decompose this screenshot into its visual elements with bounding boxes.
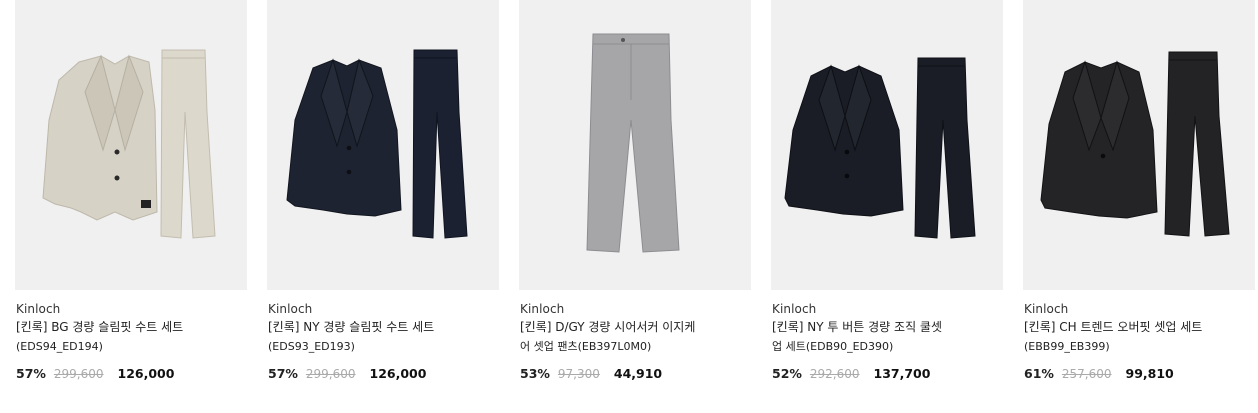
price-row: 57% 299,600 126,000 bbox=[16, 366, 174, 381]
product-name-line: [킨록] CH 트렌드 오버핏 셋업 세트 bbox=[1024, 320, 1203, 334]
brand-name: Kinloch bbox=[772, 302, 817, 316]
product-name-line: [킨록] BG 경량 슬림핏 수트 세트 bbox=[16, 320, 184, 334]
product-name-line: (EDS93_ED193) bbox=[268, 340, 355, 353]
product-name-line: (EDS94_ED194) bbox=[16, 340, 103, 353]
product-card[interactable]: Kinloch [킨록] BG 경량 슬림핏 수트 세트 (EDS94_ED19… bbox=[15, 0, 247, 413]
jacket-shape bbox=[42, 54, 158, 221]
product-name-line: 어 셋업 팬츠(EB397L0M0) bbox=[520, 340, 652, 353]
product-name-line: [킨록] D/GY 경량 시어서커 이지케 bbox=[520, 320, 696, 334]
product-name[interactable]: [킨록] NY 경량 슬림핏 수트 세트 (EDS93_ED193) bbox=[268, 318, 498, 356]
brand-name: Kinloch bbox=[16, 302, 61, 316]
discount-rate: 57% bbox=[16, 366, 46, 381]
brand-name: Kinloch bbox=[268, 302, 313, 316]
brand-name: Kinloch bbox=[520, 302, 565, 316]
pants-shape bbox=[1164, 51, 1230, 237]
price-row: 52% 292,600 137,700 bbox=[772, 366, 930, 381]
original-price: 97,300 bbox=[557, 367, 600, 381]
price-row: 57% 299,600 126,000 bbox=[268, 366, 426, 381]
jacket-shape bbox=[784, 64, 904, 217]
pants-image bbox=[586, 33, 680, 253]
sale-price: 126,000 bbox=[369, 366, 427, 381]
pants-shape bbox=[914, 57, 976, 239]
sale-price: 99,810 bbox=[1125, 366, 1174, 381]
discount-rate: 61% bbox=[1024, 366, 1054, 381]
discount-rate: 52% bbox=[772, 366, 802, 381]
suit-set-image bbox=[42, 49, 216, 239]
product-image[interactable] bbox=[519, 0, 751, 290]
product-name[interactable]: [킨록] BG 경량 슬림핏 수트 세트 (EDS94_ED194) bbox=[16, 318, 246, 356]
product-card[interactable]: Kinloch [킨록] CH 트렌드 오버핏 셋업 세트 (EBB99_EB3… bbox=[1023, 0, 1255, 413]
discount-rate: 57% bbox=[268, 366, 298, 381]
sale-price: 44,910 bbox=[613, 366, 663, 381]
sale-price: 137,700 bbox=[873, 366, 931, 381]
original-price: 299,600 bbox=[305, 367, 356, 381]
product-name-line: [킨록] NY 경량 슬림핏 수트 세트 bbox=[268, 320, 435, 334]
product-image[interactable] bbox=[1023, 0, 1255, 290]
product-name-line: [킨록] NY 투 버튼 경량 조직 쿨셋 bbox=[772, 320, 942, 334]
pants-shape bbox=[586, 33, 680, 253]
jacket-shape bbox=[1040, 60, 1158, 219]
product-image[interactable] bbox=[15, 0, 247, 290]
product-card[interactable]: Kinloch [킨록] NY 투 버튼 경량 조직 쿨셋 업 세트(EDB90… bbox=[771, 0, 1003, 413]
discount-rate: 53% bbox=[520, 366, 550, 381]
brand-name: Kinloch bbox=[1024, 302, 1069, 316]
product-name-line: (EBB99_EB399) bbox=[1024, 340, 1110, 353]
product-image[interactable] bbox=[771, 0, 1003, 290]
product-name[interactable]: [킨록] NY 투 버튼 경량 조직 쿨셋 업 세트(EDB90_ED390) bbox=[772, 318, 1002, 356]
price-row: 61% 257,600 99,810 bbox=[1024, 366, 1174, 381]
product-name[interactable]: [킨록] CH 트렌드 오버핏 셋업 세트 (EBB99_EB399) bbox=[1024, 318, 1254, 356]
product-image[interactable] bbox=[267, 0, 499, 290]
original-price: 257,600 bbox=[1061, 367, 1112, 381]
product-name-line: 업 세트(EDB90_ED390) bbox=[772, 340, 894, 353]
product-grid: Kinloch [킨록] BG 경량 슬림핏 수트 세트 (EDS94_ED19… bbox=[0, 0, 1258, 413]
price-row: 53% 97,300 44,910 bbox=[520, 366, 662, 381]
product-card[interactable]: Kinloch [킨록] NY 경량 슬림핏 수트 세트 (EDS93_ED19… bbox=[267, 0, 499, 413]
jacket-shape bbox=[286, 58, 402, 217]
product-name[interactable]: [킨록] D/GY 경량 시어서커 이지케 어 셋업 팬츠(EB397L0M0) bbox=[520, 318, 750, 356]
pants-shape bbox=[412, 49, 468, 239]
pants-shape bbox=[160, 49, 216, 239]
suit-set-image bbox=[784, 57, 976, 239]
original-price: 292,600 bbox=[809, 367, 860, 381]
product-card[interactable]: Kinloch [킨록] D/GY 경량 시어서커 이지케 어 셋업 팬츠(EB… bbox=[519, 0, 751, 413]
suit-set-image bbox=[286, 49, 468, 239]
suit-set-image bbox=[1040, 51, 1230, 237]
sale-price: 126,000 bbox=[117, 366, 175, 381]
original-price: 299,600 bbox=[53, 367, 104, 381]
